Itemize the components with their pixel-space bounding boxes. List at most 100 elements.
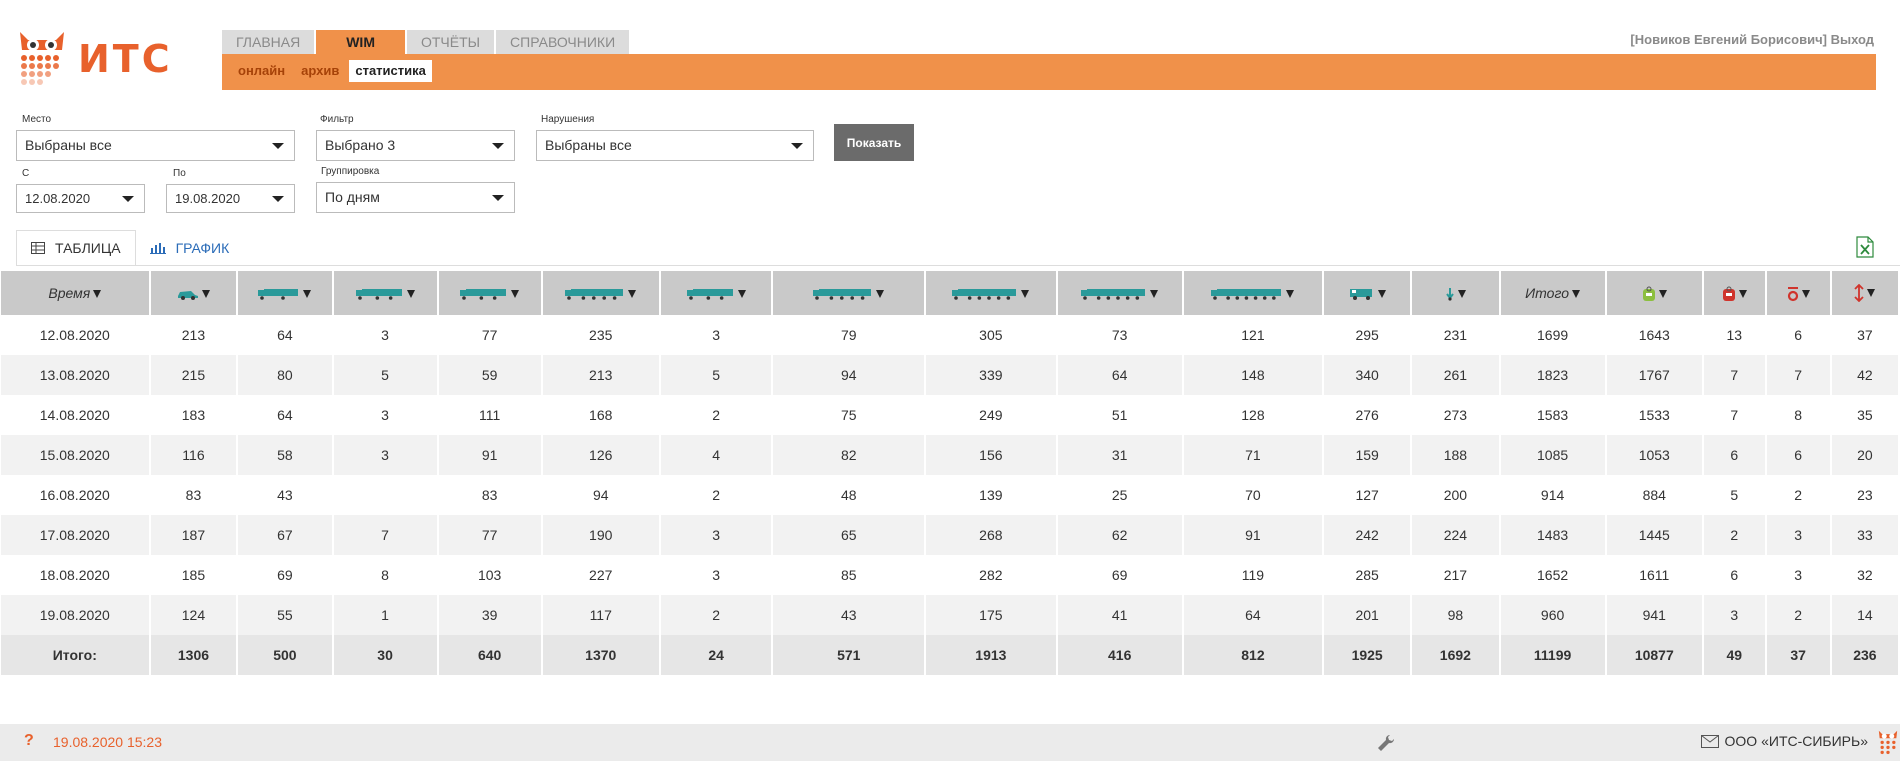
sort-arrow-icon (1658, 289, 1667, 298)
column-header-truck-trailer-5[interactable] (1056, 271, 1184, 315)
truck-trailer-3-icon (813, 285, 873, 301)
table-cell: 215 (149, 355, 239, 395)
column-header-bus[interactable] (1323, 271, 1413, 315)
table-cell: 1533 (1605, 395, 1705, 435)
table-cell: 24 (659, 635, 774, 675)
tab-table-label: ТАБЛИЦА (55, 240, 121, 256)
show-button[interactable]: Показать (834, 124, 914, 161)
table-cell: 175 (925, 595, 1058, 635)
date-from-select[interactable]: 12.08.2020 (16, 184, 145, 213)
subnav-archive[interactable]: архив (295, 60, 345, 82)
column-header-truck-3-axle[interactable] (332, 271, 439, 315)
table-cell: 80 (237, 355, 334, 395)
violations-label: Нарушения (541, 114, 595, 125)
column-header-height-overload[interactable] (1830, 271, 1900, 315)
place-select[interactable]: Выбраны все (16, 130, 295, 161)
table-cell: 187 (149, 515, 239, 555)
table-cell: 6 (1703, 435, 1767, 475)
table-cell: 3 (1765, 515, 1832, 555)
chevron-down-icon (791, 143, 803, 149)
nav-tab-references[interactable]: СПРАВОЧНИКИ (496, 30, 630, 54)
table-cell: 67 (237, 515, 334, 555)
table-cell: 103 (437, 555, 543, 595)
table-cell: 3 (332, 395, 439, 435)
table-cell: 98 (1411, 595, 1501, 635)
excel-export-icon[interactable] (1856, 236, 1874, 258)
column-header-время[interactable]: Время (1, 271, 151, 315)
subnav-bar (222, 54, 1876, 90)
column-header-axle-overload[interactable] (1765, 271, 1832, 315)
grouping-select[interactable]: По дням (316, 182, 515, 213)
nav-tab-reports[interactable]: ОТЧЁТЫ (406, 30, 495, 54)
table-cell: 8 (1765, 395, 1832, 435)
column-header-weight-overload[interactable] (1703, 271, 1767, 315)
sort-arrow-icon (1457, 290, 1466, 299)
sort-arrow-icon (1867, 289, 1876, 298)
subnav-online[interactable]: онлайн (232, 60, 291, 82)
sort-arrow-icon (406, 290, 415, 299)
mail-icon (1700, 734, 1719, 748)
table-cell: 2 (1765, 595, 1832, 635)
row-date: 13.08.2020 (1, 355, 151, 395)
table-cell: 32 (1830, 555, 1900, 595)
table-cell: 49 (1703, 635, 1767, 675)
column-header-truck-2-axle[interactable] (237, 271, 334, 315)
tab-chart[interactable]: ГРАФИК (136, 230, 244, 266)
violations-select[interactable]: Выбраны все (536, 130, 814, 161)
bus-icon (1349, 285, 1375, 301)
user-name[interactable]: [Новиков Евгений Борисович] (1630, 32, 1827, 47)
sort-arrow-icon (1021, 290, 1030, 299)
nav-tab-wim[interactable]: WIM (316, 30, 405, 54)
org-contact[interactable]: ООО «ИТС-СИБИРЬ» (1700, 733, 1868, 749)
table-cell: 340 (1323, 355, 1413, 395)
table-cell: 282 (925, 555, 1058, 595)
column-header-итого[interactable]: Итого (1499, 271, 1607, 315)
column-header-weight-ok[interactable] (1605, 271, 1705, 315)
table-cell: 64 (1182, 595, 1325, 635)
column-header-truck-4-axle[interactable] (437, 271, 543, 315)
main-nav: ГЛАВНАЯ WIM ОТЧЁТЫ СПРАВОЧНИКИ (222, 30, 631, 54)
column-header-truck-trailer-6[interactable] (1182, 271, 1325, 315)
nav-tab-main[interactable]: ГЛАВНАЯ (222, 30, 315, 54)
table-cell: 185 (149, 555, 239, 595)
table-cell: 249 (925, 395, 1058, 435)
table-icon (31, 242, 45, 254)
place-label: Место (22, 114, 52, 125)
table-cell: 77 (437, 515, 543, 555)
truck-5-axle-icon (565, 285, 625, 301)
table-cell: 7 (332, 515, 439, 555)
sort-arrow-icon (737, 290, 746, 299)
truck-4-axle-icon (460, 285, 508, 301)
table-cell: 200 (1411, 475, 1501, 515)
column-header-unknown-vehicle[interactable] (1411, 271, 1501, 315)
table-cell: 37 (1830, 315, 1900, 355)
table-cell: 2 (659, 475, 774, 515)
table-cell: 83 (437, 475, 543, 515)
table-cell: 1823 (1499, 355, 1607, 395)
table-row: 14.08.2020 183 64 3 111 168 2 75 249 51 128 276 273 1… (1, 395, 1900, 435)
column-header-truck-5-axle[interactable] (541, 271, 661, 315)
help-icon[interactable]: ? (24, 732, 34, 750)
logout-link[interactable]: Выход (1831, 32, 1874, 47)
table-cell: 416 (1056, 635, 1184, 675)
subnav-statistics[interactable]: статистика (349, 60, 432, 82)
column-header-truck-trailer-4[interactable] (925, 271, 1058, 315)
filter-select[interactable]: Выбрано 3 (316, 130, 515, 161)
tab-table[interactable]: ТАБЛИЦА (16, 230, 136, 266)
table-cell: 116 (149, 435, 239, 475)
table-cell: 59 (437, 355, 543, 395)
table-cell: 273 (1411, 395, 1501, 435)
wrench-icon[interactable] (1377, 734, 1395, 752)
sort-arrow-icon (1286, 290, 1295, 299)
column-header-truck-trailer-3[interactable] (772, 271, 927, 315)
truck-trailer-4-icon (952, 285, 1018, 301)
table-cell: 3 (332, 315, 439, 355)
row-date: 15.08.2020 (1, 435, 151, 475)
date-to-select[interactable]: 19.08.2020 (166, 184, 295, 213)
owl-logo-icon (1878, 730, 1898, 755)
table-cell: 6 (1765, 435, 1832, 475)
logo[interactable]: ИТС (18, 28, 173, 90)
date-to-label: По (173, 168, 186, 179)
column-header-truck-trailer-2[interactable] (659, 271, 774, 315)
column-header-car[interactable] (149, 271, 239, 315)
